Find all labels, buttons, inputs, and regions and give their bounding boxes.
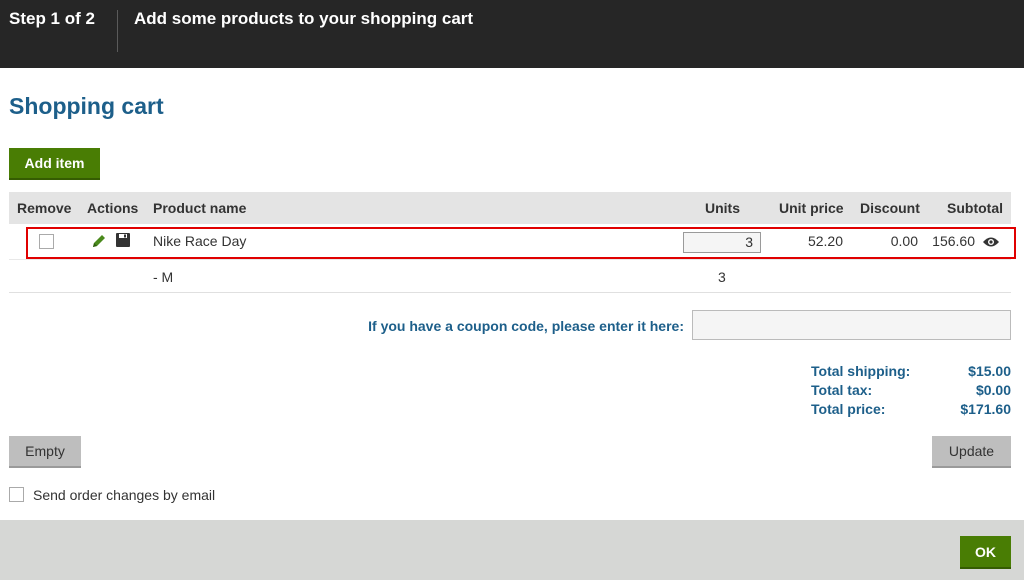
- column-header-actions: Actions: [87, 200, 139, 216]
- wizard-title: Add some products to your shopping cart: [134, 9, 474, 28]
- column-header-subtotal: Subtotal: [947, 200, 1003, 216]
- column-header-units: Units: [705, 200, 740, 216]
- column-header-discount: Discount: [860, 200, 920, 216]
- total-price-label: Total price:: [811, 401, 886, 417]
- step-indicator: Step 1 of 2: [9, 9, 95, 28]
- cart-table-header: Remove Actions Product name Units Unit p…: [9, 192, 1011, 224]
- send-email-checkbox[interactable]: [9, 487, 24, 502]
- page-title: Shopping cart: [9, 93, 164, 119]
- wizard-header: Step 1 of 2 Add some products to your sh…: [0, 0, 1024, 68]
- update-button[interactable]: Update: [932, 436, 1011, 468]
- dialog-footer: OK: [0, 520, 1024, 580]
- total-price-value: $171.60: [960, 401, 1011, 417]
- header-divider: [117, 10, 118, 52]
- column-header-remove: Remove: [17, 200, 72, 216]
- variant-units: 3: [718, 269, 726, 285]
- table-row-variant: - M 3: [9, 260, 1011, 293]
- coupon-label: If you have a coupon code, please enter …: [368, 318, 684, 334]
- total-shipping-label: Total shipping:: [811, 363, 911, 379]
- total-tax-label: Total tax:: [811, 382, 873, 398]
- coupon-input[interactable]: [692, 310, 1011, 340]
- add-item-button[interactable]: Add item: [9, 148, 100, 180]
- variant-name: - M: [153, 269, 174, 285]
- send-email-label: Send order changes by email: [33, 487, 216, 503]
- column-header-product-name: Product name: [153, 200, 247, 216]
- column-header-unit-price: Unit price: [779, 200, 844, 216]
- totals-values: $15.00 $0.00 $171.60: [960, 362, 1011, 419]
- empty-button[interactable]: Empty: [9, 436, 81, 468]
- total-tax-value: $0.00: [975, 382, 1011, 398]
- row-highlight-box: [26, 227, 1016, 259]
- ok-button[interactable]: OK: [960, 536, 1011, 569]
- totals-labels: Total shipping: Total tax: Total price:: [811, 362, 910, 419]
- total-shipping-value: $15.00: [968, 363, 1011, 379]
